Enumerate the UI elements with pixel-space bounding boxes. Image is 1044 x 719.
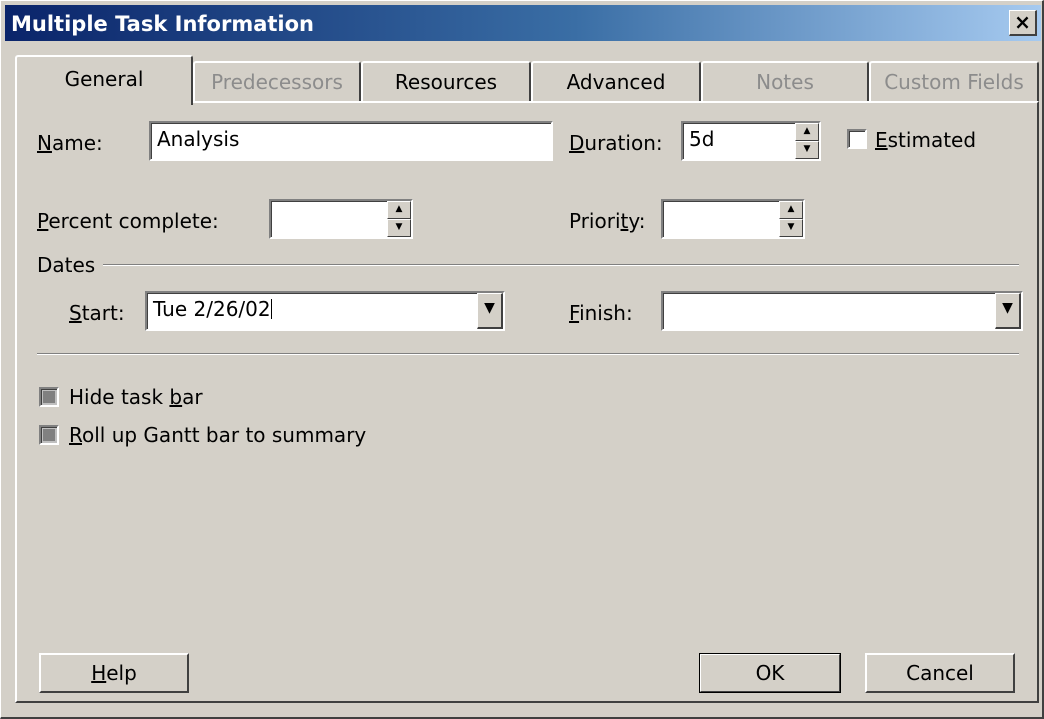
rollup-gantt-label: Roll up Gantt bar to summary [69,423,367,447]
estimated-checkbox[interactable] [847,129,867,149]
hide-task-bar-label: Hide task bar [69,385,203,409]
dialog-title: Multiple Task Information [11,12,314,36]
cancel-button[interactable]: Cancel [865,653,1015,693]
finish-label: Finish: [569,301,633,325]
tab-predecessors[interactable]: Predecessors [193,61,361,103]
tab-custom-fields[interactable]: Custom Fields [869,61,1039,103]
spin-down-icon[interactable]: ▼ [387,219,411,237]
multiple-task-information-dialog: Multiple Task Information × General Pred… [0,0,1044,719]
priority-input[interactable]: ▲ ▼ [661,199,805,239]
help-button[interactable]: Help [39,653,189,693]
dates-group-label: Dates [37,253,96,277]
tab-general[interactable]: General [15,55,193,105]
name-label: Name: [37,131,103,155]
percent-complete-spinner[interactable]: ▲ ▼ [387,201,411,237]
spin-up-icon[interactable]: ▲ [387,201,411,219]
priority-spinner[interactable]: ▲ ▼ [779,201,803,237]
spin-up-icon[interactable]: ▲ [795,123,819,141]
hide-task-bar-checkbox[interactable] [39,387,59,407]
rollup-gantt-checkbox[interactable] [39,425,59,445]
tab-strip: General Predecessors Resources Advanced … [15,55,1039,105]
general-tab-panel: Name: Analysis Duration: 5d ▲ ▼ Estimate… [15,101,1039,703]
tab-resources[interactable]: Resources [361,61,531,103]
spin-down-icon[interactable]: ▼ [779,219,803,237]
finish-date-dropdown[interactable]: ▼ [661,291,1023,331]
title-bar: Multiple Task Information × [5,5,1041,41]
estimated-label: Estimated [875,128,977,152]
close-icon: × [1014,10,1031,34]
start-label: Start: [69,301,125,325]
ok-button[interactable]: OK [699,653,841,693]
tab-notes[interactable]: Notes [701,61,869,103]
section-divider [37,353,1019,355]
spin-up-icon[interactable]: ▲ [779,201,803,219]
spin-down-icon[interactable]: ▼ [795,141,819,159]
dates-group-divider [103,264,1019,266]
tab-advanced[interactable]: Advanced [531,61,701,103]
name-input[interactable]: Analysis [149,121,553,161]
duration-spinner[interactable]: ▲ ▼ [795,123,819,159]
chevron-down-icon[interactable]: ▼ [995,293,1021,329]
percent-complete-label: Percent complete: [37,209,219,233]
duration-input[interactable]: 5d ▲ ▼ [681,121,821,161]
percent-complete-input[interactable]: ▲ ▼ [269,199,413,239]
start-date-dropdown[interactable]: Tue 2/26/02 ▼ [145,291,505,331]
duration-label: Duration: [569,131,663,155]
close-button[interactable]: × [1009,10,1037,36]
priority-label: Priority: [569,209,646,233]
chevron-down-icon[interactable]: ▼ [477,293,503,329]
